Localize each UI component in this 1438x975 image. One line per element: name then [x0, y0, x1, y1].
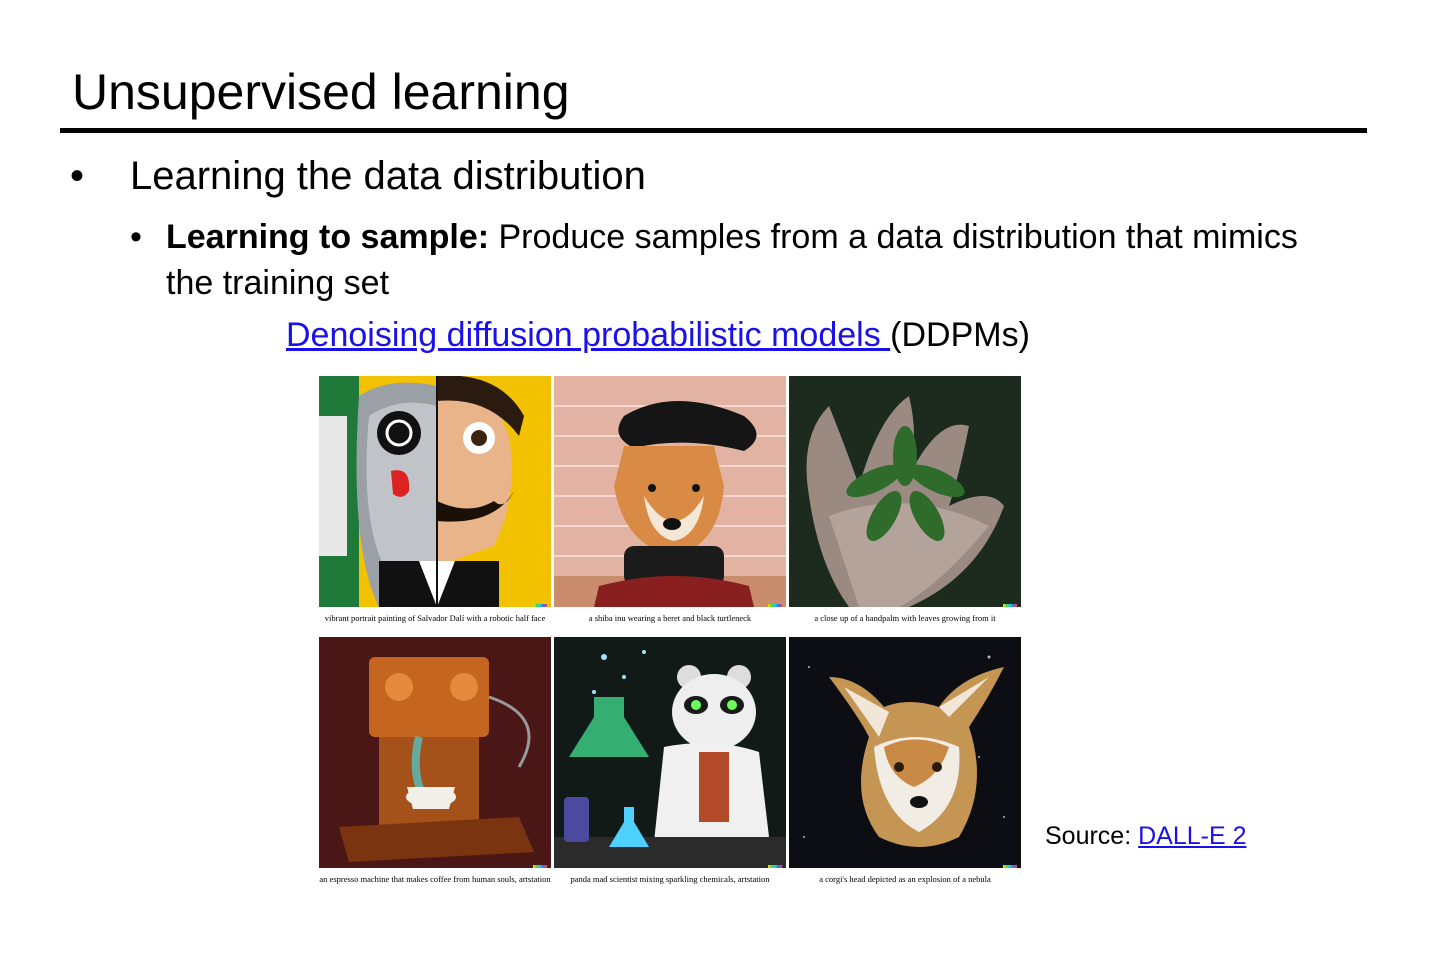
- title-divider: [60, 128, 1367, 133]
- dali-robot-portrait-image: [319, 376, 551, 607]
- dalle-watermark: [768, 865, 782, 868]
- dalle-watermark: [768, 604, 782, 607]
- ddpm-abbreviation: (DDPMs): [890, 316, 1030, 354]
- image-caption: an espresso machine that makes coffee fr…: [319, 874, 551, 884]
- panda-scientist-image: [554, 637, 786, 868]
- sample-cell: a close up of a handpalm with leaves gro…: [789, 376, 1021, 637]
- dalle-watermark: [1003, 865, 1017, 868]
- bullet-marker: •: [70, 154, 85, 198]
- ddpm-link[interactable]: Denoising diffusion probabilistic models: [286, 316, 890, 354]
- dalle-watermark: [533, 865, 547, 868]
- dalle-watermark: [533, 604, 547, 607]
- sample-cell: vibrant portrait painting of Salvador Da…: [319, 376, 551, 637]
- palm-leaves-image: [789, 376, 1021, 607]
- dalle2-link[interactable]: DALL-E 2: [1138, 822, 1246, 850]
- image-caption: a shiba inu wearing a beret and black tu…: [588, 613, 752, 623]
- image-caption: a close up of a handpalm with leaves gro…: [814, 613, 996, 623]
- image-caption: panda mad scientist mixing sparkling che…: [570, 874, 770, 884]
- shiba-inu-beret-image: [554, 376, 786, 607]
- corgi-nebula-image: [789, 637, 1021, 868]
- sample-cell: a corgi's head depicted as an explosion …: [789, 637, 1021, 898]
- image-caption: a corgi's head depicted as an explosion …: [819, 874, 991, 884]
- source-attribution: Source: DALL-E 2: [1045, 820, 1247, 852]
- sub-bullet-bold-term: Learning to sample:: [166, 218, 490, 256]
- dalle-watermark: [1003, 604, 1017, 607]
- bullet-learning-distribution: Learning the data distribution: [130, 154, 646, 198]
- sub-bullet-marker: •: [130, 218, 142, 256]
- sub-bullet-learning-to-sample: Learning to sample: Produce samples from…: [166, 214, 1346, 306]
- image-caption: vibrant portrait painting of Salvador Da…: [324, 613, 546, 623]
- sample-cell: a shiba inu wearing a beret and black tu…: [554, 376, 786, 637]
- ddpm-reference: Denoising diffusion probabilistic models…: [286, 312, 1030, 358]
- dalle-sample-grid: vibrant portrait painting of Salvador Da…: [319, 376, 1021, 898]
- sample-cell: an espresso machine that makes coffee fr…: [319, 637, 551, 898]
- espresso-machine-image: [319, 637, 551, 868]
- source-label: Source:: [1045, 822, 1139, 850]
- slide-title: Unsupervised learning: [72, 64, 570, 120]
- sample-cell: panda mad scientist mixing sparkling che…: [554, 637, 786, 898]
